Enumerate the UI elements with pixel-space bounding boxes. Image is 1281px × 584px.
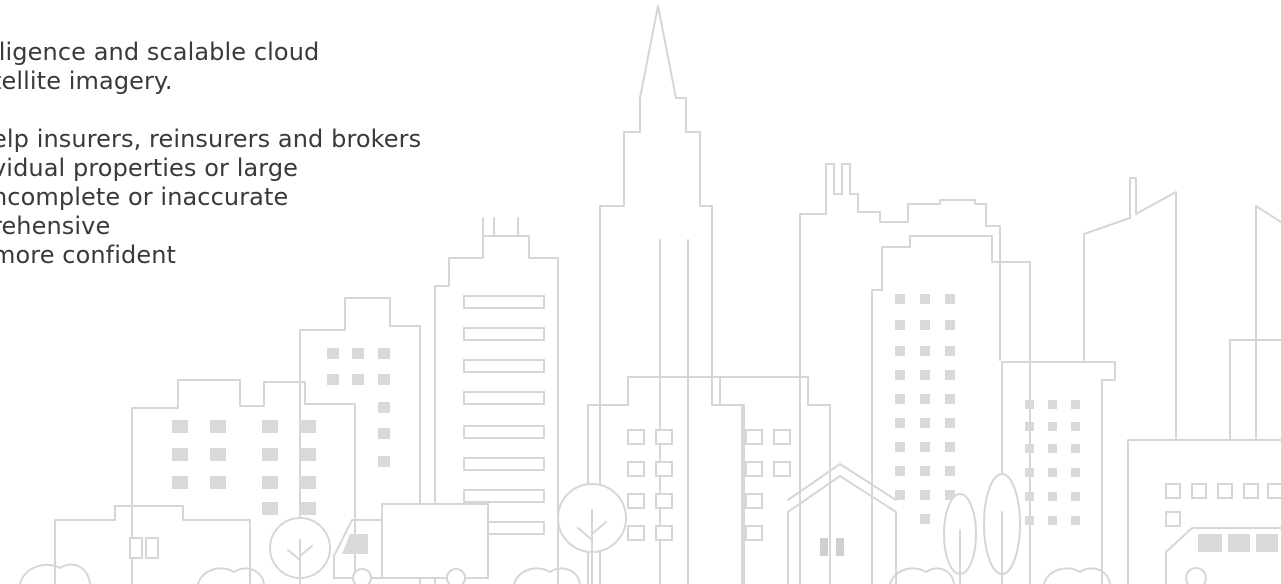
truck bbox=[333, 503, 489, 584]
small-house bbox=[54, 505, 251, 584]
tree-tall-right bbox=[983, 473, 1021, 584]
intro-line: vidual properties or large bbox=[0, 154, 299, 182]
gabled-house bbox=[787, 463, 897, 584]
intro-text: lligence and scalable cloud tellite imag… bbox=[0, 38, 421, 270]
intro-line: tellite imagery. bbox=[0, 67, 173, 95]
intro-paragraph-1: lligence and scalable cloud tellite imag… bbox=[0, 38, 421, 96]
slanted-tower bbox=[1083, 177, 1281, 441]
tree-round-left bbox=[269, 517, 331, 584]
intro-line: rehensive bbox=[0, 212, 111, 240]
intro-line: lligence and scalable cloud bbox=[0, 38, 320, 66]
intro-line: ncomplete or inaccurate bbox=[0, 183, 289, 211]
intro-line: elp insurers, reinsurers and brokers bbox=[0, 125, 422, 153]
van bbox=[1165, 527, 1281, 584]
intro-paragraph-2: elp insurers, reinsurers and brokers vid… bbox=[0, 125, 421, 270]
tree-tall-left bbox=[943, 493, 977, 584]
right-front-building bbox=[1127, 439, 1281, 584]
intro-line: more confident bbox=[0, 241, 177, 269]
hollow-window-building bbox=[587, 376, 831, 584]
bushes bbox=[19, 563, 1111, 584]
right-mid-building bbox=[1001, 361, 1116, 584]
